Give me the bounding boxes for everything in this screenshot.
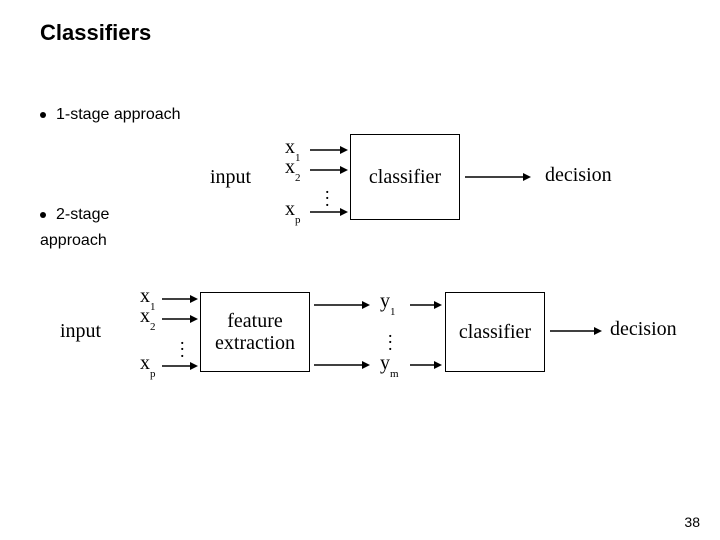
arrow-icon [410, 300, 445, 310]
bullet-dot-icon [40, 212, 46, 218]
arrow-icon [162, 294, 202, 304]
input-label-2: input [60, 320, 101, 343]
bullet-dot-icon [40, 112, 46, 118]
bullet-1-stage: 1-stage approach [40, 106, 680, 124]
classifier-box-1: classifier [350, 134, 460, 220]
xp-label: xp [285, 198, 301, 223]
arrow-icon [314, 360, 374, 370]
vdots-2: ... [180, 335, 185, 354]
arrow-icon [162, 314, 202, 324]
decision-label-2: decision [610, 318, 677, 341]
page-number: 38 [684, 514, 700, 530]
decision-label-1: decision [545, 164, 612, 187]
arrow-icon [550, 326, 605, 336]
arrow-icon [310, 207, 350, 217]
arrow-icon [310, 145, 350, 155]
input-label-1: input [210, 166, 251, 189]
arrow-icon [162, 361, 202, 371]
arrow-icon [410, 360, 445, 370]
page-title: Classifiers [40, 20, 680, 46]
diagram-1-stage: input x1 x2 ... xp classifier [100, 136, 680, 246]
arrow-icon [465, 172, 535, 182]
diagram-2-stage: input x1 x2 ... xp feature extraction [40, 280, 680, 410]
classifier-box-2: classifier [445, 292, 545, 372]
x2-label-2: x2 [140, 305, 156, 330]
y1-label: y1 [380, 290, 396, 315]
ym-label: ym [380, 352, 399, 377]
bullet-1-label: 1-stage approach [56, 106, 181, 124]
vdots-3: ... [388, 328, 393, 347]
feature-extraction-box: feature extraction [200, 292, 310, 372]
vdots-1: ... [325, 184, 330, 203]
x2-label: x2 [285, 156, 301, 181]
arrow-icon [310, 165, 350, 175]
xp-label-2: xp [140, 352, 156, 377]
arrow-icon [314, 300, 374, 310]
